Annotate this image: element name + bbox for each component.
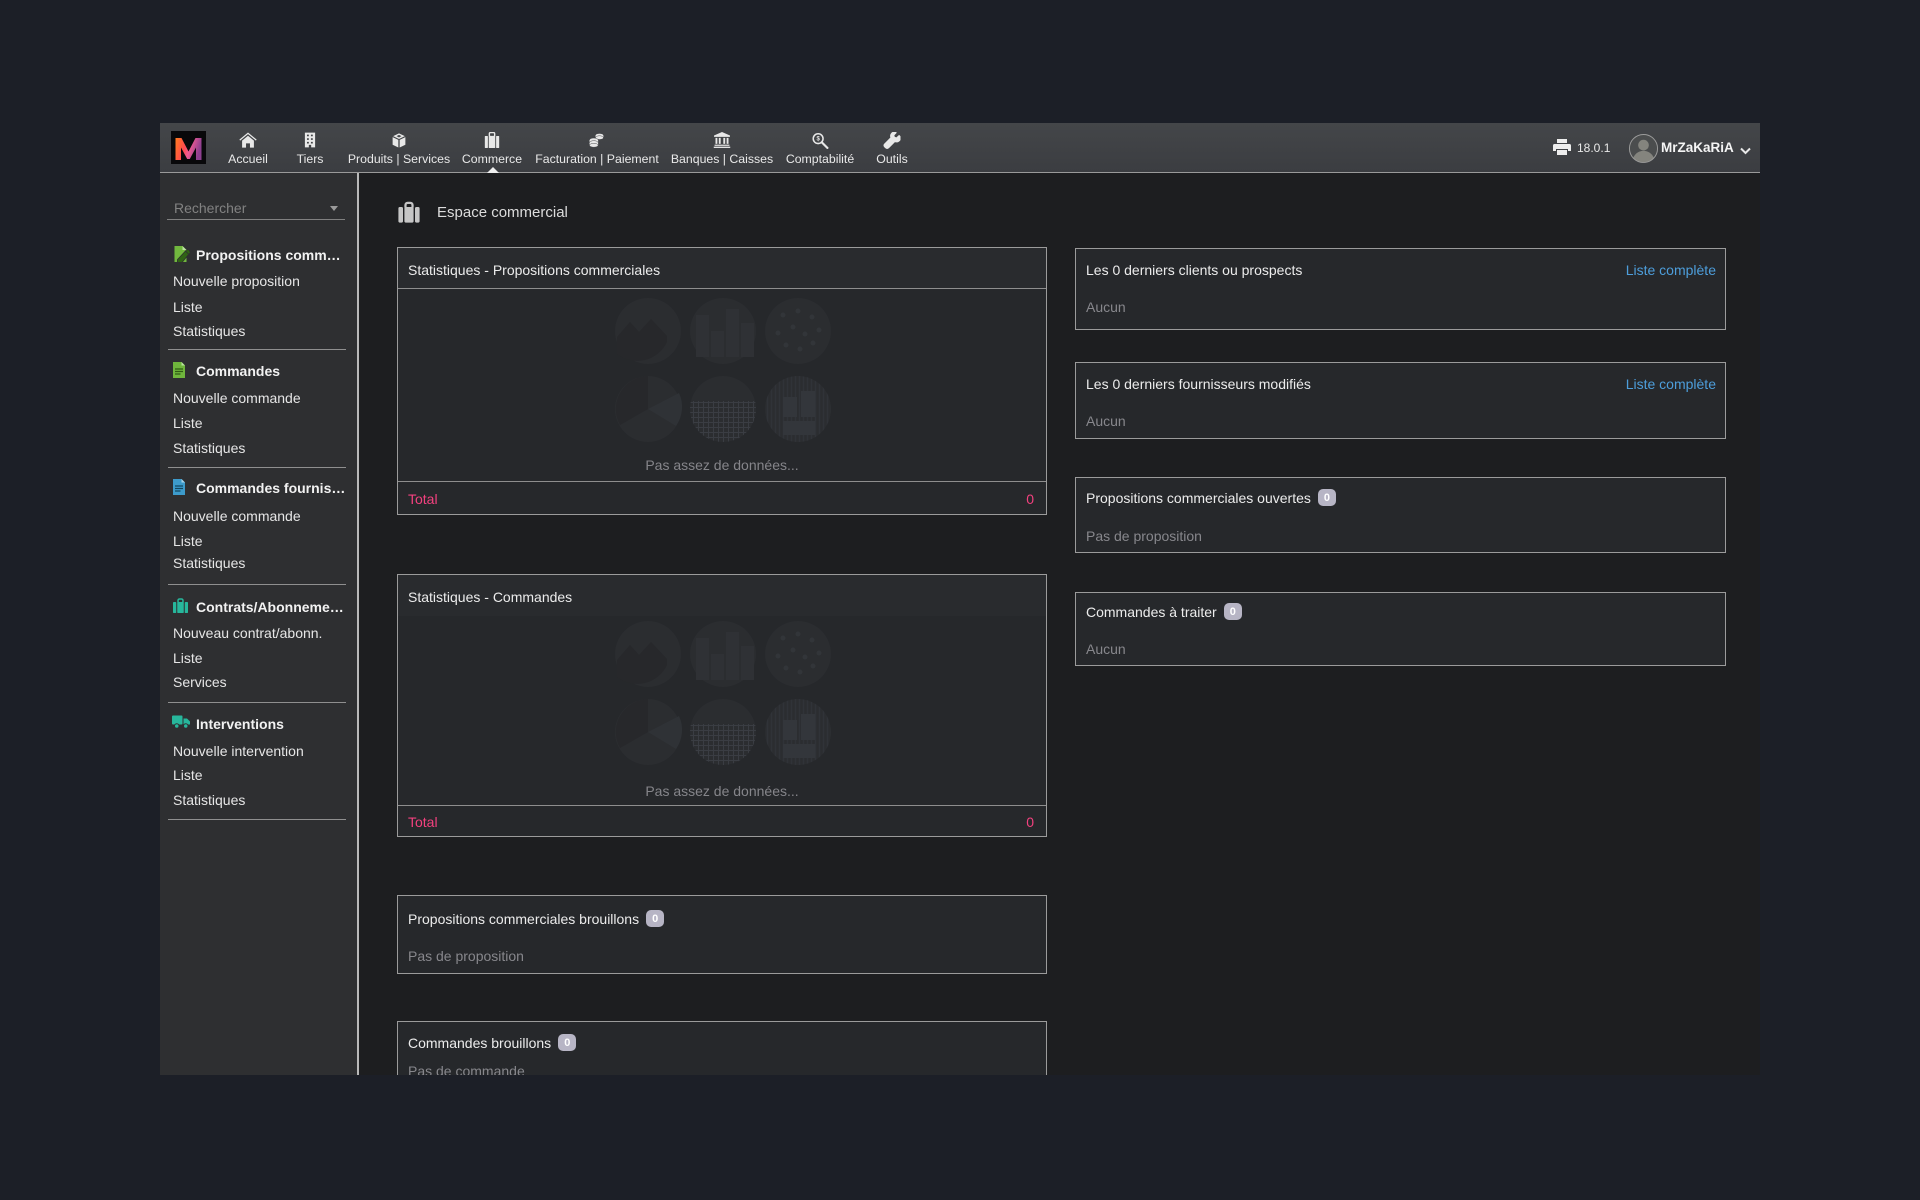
svg-text:$: $ [816,137,820,143]
